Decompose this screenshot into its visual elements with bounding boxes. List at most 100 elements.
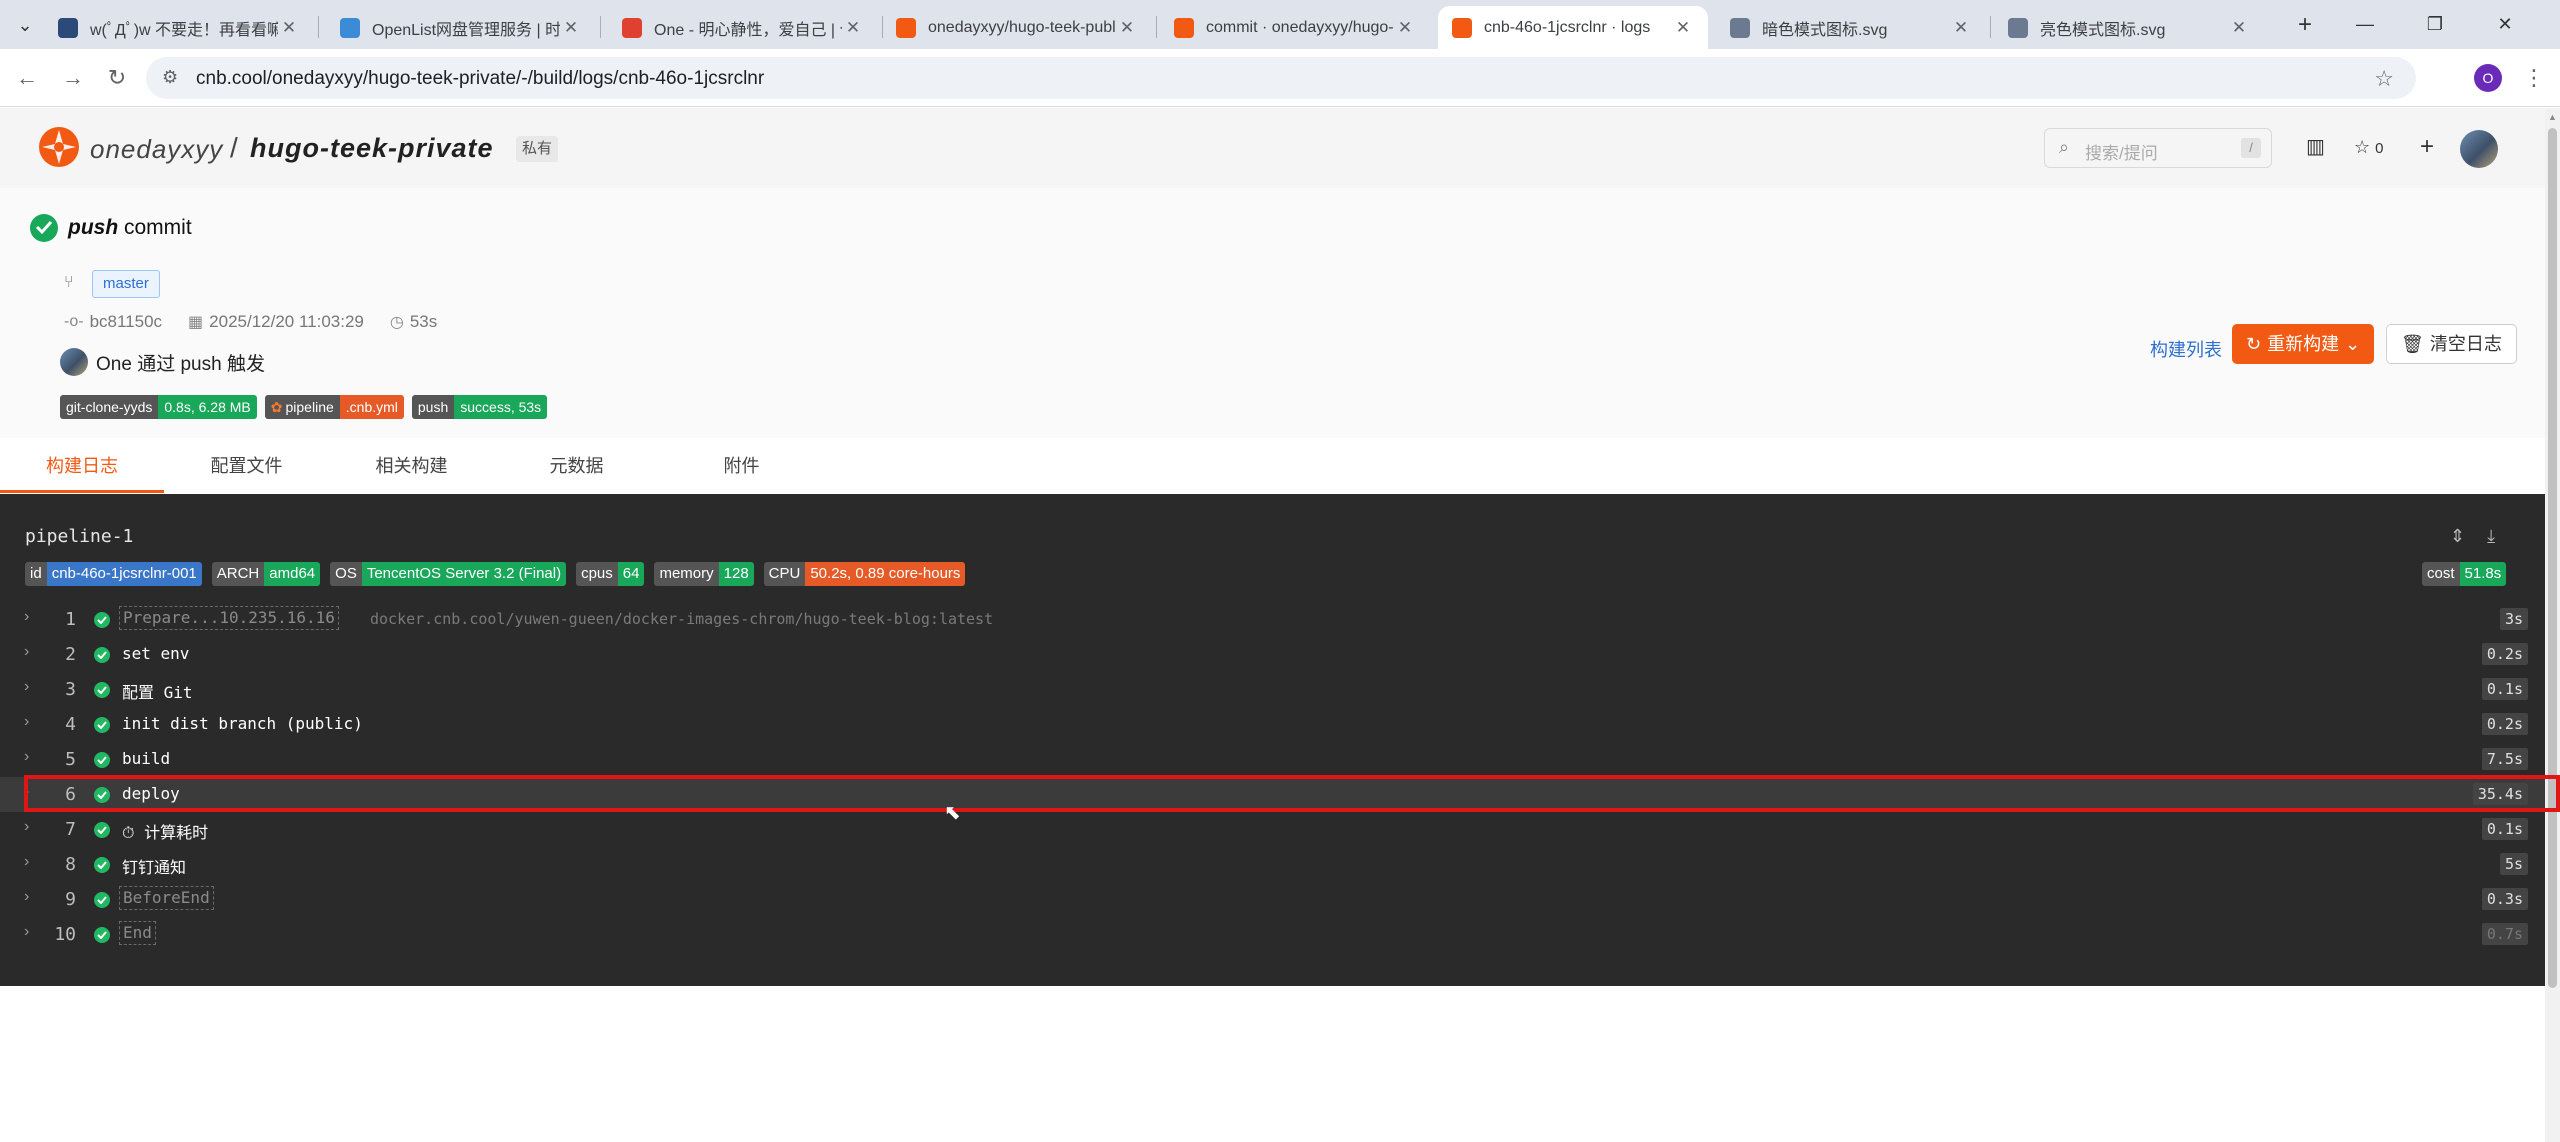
scroll-up-arrow-icon[interactable]: ▲ bbox=[2548, 112, 2557, 122]
chart-icon[interactable]: ▥ bbox=[2306, 132, 2325, 162]
pipeline-info-badge: ARCH amd64 bbox=[211, 562, 321, 586]
step-number: 2 bbox=[65, 644, 76, 665]
info-value: cnb-46o-1jcsrclnr-001 bbox=[46, 562, 202, 586]
plus-icon[interactable]: + bbox=[2420, 132, 2434, 162]
tab-related-builds[interactable]: 相关构建 bbox=[329, 438, 494, 494]
tab-close-icon[interactable]: ✕ bbox=[278, 18, 300, 38]
step-number: 3 bbox=[65, 679, 76, 700]
search-shortcut-key: / bbox=[2241, 138, 2261, 158]
step-row[interactable]: › 9 BeforeEnd 0.3s bbox=[0, 882, 2545, 917]
tab-build-log[interactable]: 构建日志 bbox=[0, 438, 164, 494]
star-count: 0 bbox=[2375, 140, 2384, 157]
reload-icon[interactable]: ↻ bbox=[102, 63, 132, 93]
browser-tab[interactable]: 暗色模式图标.svg ✕ bbox=[1716, 6, 1986, 49]
tab-close-icon[interactable]: ✕ bbox=[1672, 18, 1694, 38]
chevron-right-icon[interactable]: › bbox=[24, 608, 29, 626]
chevron-right-icon[interactable]: › bbox=[24, 678, 29, 696]
tab-title: One - 明心静性，爱自己 | 个 bbox=[654, 21, 842, 39]
star-button[interactable]: ☆ 0 bbox=[2354, 132, 2383, 162]
browser-tab[interactable]: commit · onedayxyy/hugo-t ✕ bbox=[1160, 6, 1430, 49]
step-duration: 0.1s bbox=[2481, 818, 2528, 840]
browser-tab[interactable]: One - 明心静性，爱自己 | 个 ✕ bbox=[608, 6, 878, 49]
info-key: cpus bbox=[576, 562, 618, 586]
search-input[interactable]: ⌕ 搜索/提问 / bbox=[2044, 128, 2272, 168]
pipeline-info-badge: OS TencentOS Server 3.2 (Final) bbox=[330, 562, 567, 586]
minimize-icon[interactable]: — bbox=[2330, 0, 2400, 49]
forward-icon[interactable]: → bbox=[58, 63, 88, 93]
tab-favicon-icon bbox=[2008, 17, 2028, 38]
step-number: 9 bbox=[65, 889, 76, 910]
step-row[interactable]: › 3 配置 Git 0.1s bbox=[0, 672, 2545, 707]
tab-metadata[interactable]: 元数据 bbox=[494, 438, 659, 494]
tab-favicon-icon bbox=[1730, 17, 1750, 38]
repo-owner-link[interactable]: onedayxyy bbox=[90, 134, 223, 165]
tab-close-icon[interactable]: ✕ bbox=[842, 18, 864, 38]
chevron-right-icon[interactable]: › bbox=[24, 923, 29, 941]
profile-avatar[interactable]: O bbox=[2474, 64, 2502, 92]
repo-name-link[interactable]: hugo-teek-private bbox=[250, 133, 494, 164]
url-text[interactable]: cnb.cool/onedayxyy/hugo-teek-private/-/b… bbox=[196, 68, 764, 90]
step-row[interactable]: › 8 钉钉通知 5s bbox=[0, 847, 2545, 882]
pipeline-info-badge: CPU 50.2s, 0.89 core-hours bbox=[763, 562, 966, 586]
badge-key: ✿ pipeline bbox=[264, 395, 340, 419]
browser-tab[interactable]: onedayxyy/hugo-teek-publi ✕ bbox=[882, 6, 1152, 49]
step-row[interactable]: › 5 build 7.5s bbox=[0, 742, 2545, 777]
user-avatar[interactable] bbox=[2460, 130, 2498, 168]
cost-badge: cost 51.8s bbox=[2422, 562, 2507, 586]
browser-tab[interactable]: 亮色模式图标.svg ✕ bbox=[1994, 6, 2264, 49]
tab-config-file[interactable]: 配置文件 bbox=[164, 438, 329, 494]
tab-attachments[interactable]: 附件 bbox=[659, 438, 824, 494]
chevron-right-icon[interactable]: › bbox=[24, 853, 29, 871]
browser-tab[interactable]: cnb-46o-1jcsrclnr · logs ✕ bbox=[1438, 6, 1708, 49]
tab-favicon-icon bbox=[1174, 17, 1194, 38]
info-key: OS bbox=[330, 562, 362, 586]
trigger-row: One 通过 push 触发 bbox=[60, 348, 265, 376]
back-icon[interactable]: ← bbox=[12, 63, 42, 93]
tab-search-chevron-icon[interactable]: ⌄ bbox=[10, 10, 40, 40]
step-row[interactable]: › 4 init dist branch (public) 0.2s bbox=[0, 707, 2545, 742]
download-icon[interactable]: ⤓ bbox=[2487, 526, 2495, 547]
chevron-right-icon[interactable]: › bbox=[24, 748, 29, 766]
clear-log-button[interactable]: 🗑 清空日志 bbox=[2386, 324, 2517, 364]
branch-icon: ⑂ bbox=[64, 274, 74, 291]
commit-sha-link[interactable]: bc81150c bbox=[90, 312, 162, 332]
build-badge[interactable]: push success, 53s bbox=[411, 395, 548, 419]
build-badges: git-clone-yyds 0.8s, 6.28 MB ✿ pipeline .cnb… bbox=[60, 395, 548, 419]
build-list-link[interactable]: 构建列表 bbox=[2150, 336, 2222, 362]
browser-tab[interactable]: w(ﾟДﾟ)w 不要走！再看看嘛！✕ bbox=[44, 6, 314, 49]
chevron-right-icon[interactable]: › bbox=[24, 713, 29, 731]
scrollbar-thumb[interactable] bbox=[2548, 128, 2557, 988]
url-omnibox[interactable]: ⚙ cnb.cool/onedayxyy/hugo-teek-private/-… bbox=[146, 57, 2416, 99]
info-value: TencentOS Server 3.2 (Final) bbox=[361, 562, 567, 586]
tab-close-icon[interactable]: ✕ bbox=[2228, 18, 2250, 38]
build-badge[interactable]: git-clone-yyds 0.8s, 6.28 MB bbox=[60, 395, 257, 419]
cost-value: 51.8s bbox=[2459, 562, 2507, 586]
trigger-user-avatar[interactable] bbox=[60, 348, 88, 376]
branch-tag[interactable]: master bbox=[92, 270, 160, 298]
new-tab-button[interactable]: + bbox=[2290, 10, 2320, 40]
tab-close-icon[interactable]: ✕ bbox=[1394, 18, 1416, 38]
rebuild-button[interactable]: ↻ 重新构建 ⌄ bbox=[2232, 324, 2375, 364]
chevron-right-icon[interactable]: › bbox=[24, 818, 29, 836]
tab-close-icon[interactable]: ✕ bbox=[560, 18, 582, 38]
tab-close-icon[interactable]: ✕ bbox=[1116, 18, 1138, 38]
step-number: 10 bbox=[54, 924, 76, 945]
browser-tab[interactable]: OpenList网盘管理服务 | 时光 ✕ bbox=[326, 6, 596, 49]
close-window-icon[interactable]: ✕ bbox=[2470, 0, 2540, 49]
step-row[interactable]: › 1 Prepare...10.235.16.16 docker.cnb.cool/… bbox=[0, 602, 2545, 637]
chevron-right-icon[interactable]: › bbox=[24, 643, 29, 661]
browser-menu-icon[interactable]: ⋮ bbox=[2522, 61, 2546, 95]
site-settings-icon[interactable]: ⚙ bbox=[162, 67, 178, 88]
step-row[interactable]: › 10 End 0.7s bbox=[0, 917, 2545, 952]
expand-all-icon[interactable]: ⇕ bbox=[2450, 526, 2465, 547]
tab-separator bbox=[1156, 16, 1157, 38]
build-badge[interactable]: ✿ pipeline .cnb.yml bbox=[264, 395, 404, 419]
step-row[interactable]: › 7 ⏱ 计算耗时 0.1s bbox=[0, 812, 2545, 847]
tab-close-icon[interactable]: ✕ bbox=[1950, 18, 1972, 38]
restore-icon[interactable]: ❐ bbox=[2400, 0, 2470, 49]
trash-icon: 🗑 bbox=[2401, 334, 2424, 354]
bookmark-star-icon[interactable]: ☆ bbox=[2374, 66, 2394, 92]
step-row[interactable]: › 2 set env 0.2s bbox=[0, 637, 2545, 672]
chevron-right-icon[interactable]: › bbox=[24, 888, 29, 906]
cnb-logo-icon[interactable] bbox=[38, 126, 80, 168]
